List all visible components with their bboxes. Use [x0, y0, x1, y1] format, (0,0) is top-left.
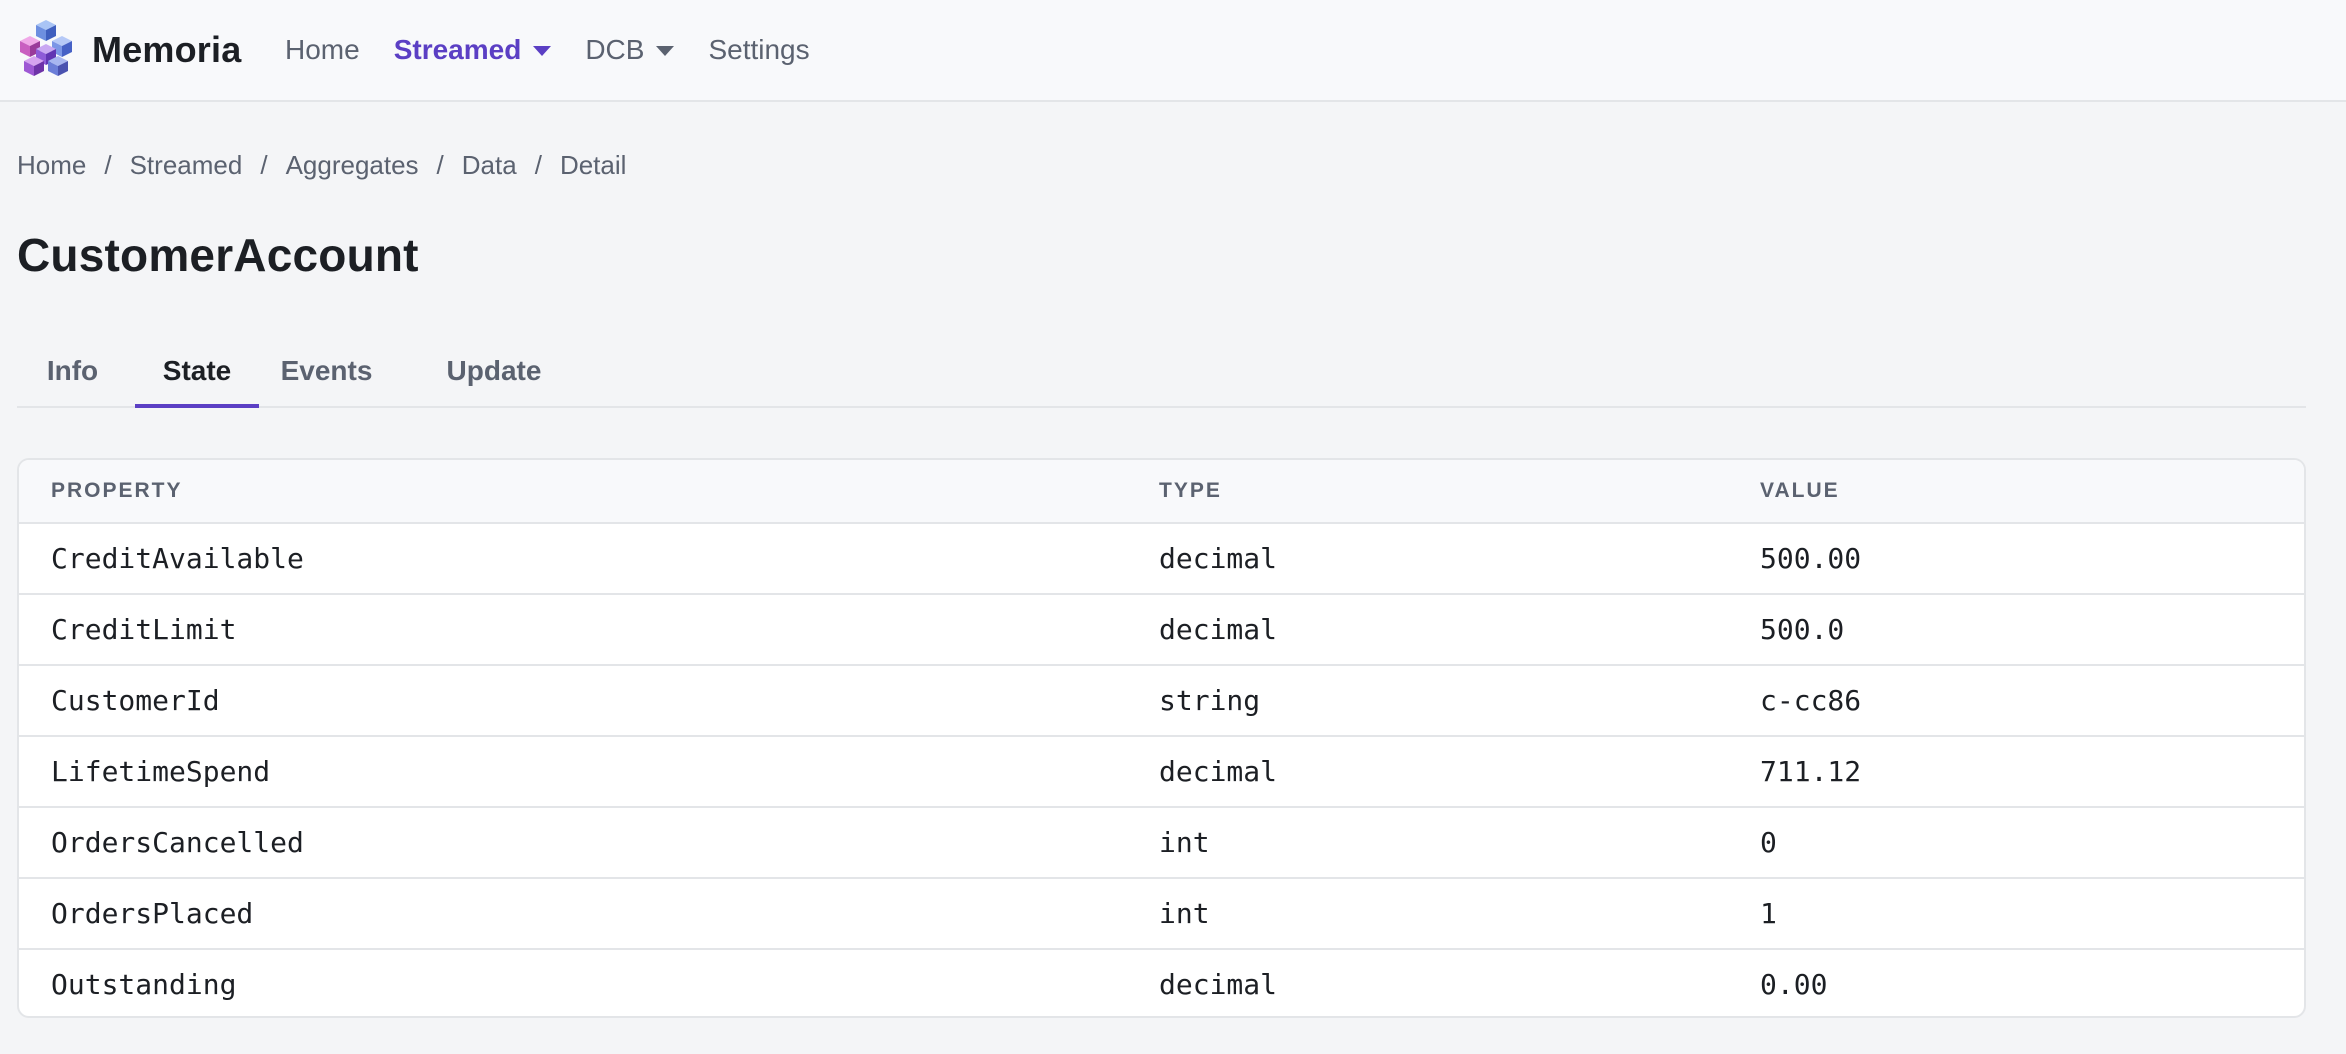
column-header-property: PROPERTY	[19, 460, 1127, 524]
type-cell: int	[1127, 807, 1728, 879]
tab-state[interactable]: State	[135, 340, 259, 408]
property-cell: CreditAvailable	[19, 523, 1127, 595]
table-row: OrdersCancelled int 0	[19, 807, 2304, 879]
table-header-row: PROPERTY TYPE VALUE	[19, 460, 2304, 524]
column-header-type: TYPE	[1127, 460, 1728, 524]
breadcrumb-separator: /	[104, 150, 112, 180]
value-cell: 1	[1728, 878, 2304, 950]
breadcrumb-aggregates[interactable]: Aggregates	[286, 150, 419, 181]
page-title: CustomerAccount	[17, 229, 419, 281]
nav-item-home[interactable]: Home	[285, 34, 360, 66]
breadcrumb-home[interactable]: Home	[17, 150, 86, 181]
type-cell: string	[1127, 665, 1728, 737]
breadcrumb-data[interactable]: Data	[462, 150, 517, 181]
property-cell: OrdersPlaced	[19, 878, 1127, 950]
table-row: Outstanding decimal 0.00	[19, 949, 2304, 1016]
chevron-down-icon	[533, 46, 552, 56]
property-cell: LifetimeSpend	[19, 736, 1127, 808]
property-cell: Outstanding	[51, 968, 237, 1001]
state-table-card: PROPERTY TYPE VALUE CreditAvailable deci…	[17, 458, 2306, 1018]
type-cell: int	[1127, 878, 1728, 950]
tab-bar: Info State Events Update	[17, 340, 2306, 408]
type-cell: decimal	[1127, 736, 1728, 808]
top-navbar: Memoria Home Streamed DCB Settings	[0, 0, 2346, 102]
property-cell: CreditLimit	[19, 594, 1127, 666]
nav-item-streamed[interactable]: Streamed	[394, 34, 552, 66]
breadcrumb-separator: /	[260, 150, 268, 180]
breadcrumb: Home / Streamed / Aggregates / Data / De…	[17, 150, 626, 181]
value-cell: 500.0	[1728, 594, 2304, 666]
type-cell: decimal	[1127, 523, 1728, 595]
value-cell: 711.12	[1728, 736, 2304, 808]
table-row: OrdersPlaced int 1	[19, 878, 2304, 950]
value-cell: 0	[1728, 807, 2304, 879]
property-cell: CustomerId	[19, 665, 1127, 737]
type-cell: decimal	[1159, 968, 1278, 1001]
property-cell: OrdersCancelled	[19, 807, 1127, 879]
state-table: PROPERTY TYPE VALUE CreditAvailable deci…	[19, 460, 2304, 1016]
breadcrumb-streamed[interactable]: Streamed	[130, 150, 243, 181]
tab-events[interactable]: Events	[271, 340, 382, 408]
cubes-logo-icon	[16, 18, 76, 83]
brand[interactable]: Memoria	[16, 18, 242, 83]
nav-item-settings[interactable]: Settings	[708, 34, 809, 66]
table-row: CreditLimit decimal 500.0	[19, 594, 2304, 666]
nav-item-label: DCB	[585, 34, 645, 65]
column-header-value: VALUE	[1728, 460, 2304, 524]
breadcrumb-separator: /	[436, 150, 444, 180]
nav-item-label: Home	[285, 34, 360, 65]
table-row: CustomerId string c-cc86	[19, 665, 2304, 737]
value-cell: 0.00	[1760, 968, 1828, 1001]
tab-info[interactable]: Info	[17, 340, 128, 408]
chevron-down-icon	[656, 46, 675, 56]
type-cell: decimal	[1127, 594, 1728, 666]
table-row: CreditAvailable decimal 500.00	[19, 523, 2304, 595]
nav-item-dcb[interactable]: DCB	[585, 34, 675, 66]
value-cell: c-cc86	[1728, 665, 2304, 737]
nav-item-label: Streamed	[393, 34, 522, 65]
value-cell: 500.00	[1728, 523, 2304, 595]
breadcrumb-detail: Detail	[559, 150, 627, 180]
breadcrumb-separator: /	[534, 150, 542, 180]
app-name: Memoria	[92, 29, 242, 70]
nav-item-label: Settings	[708, 34, 810, 65]
tab-update[interactable]: Update	[432, 340, 556, 408]
table-row: LifetimeSpend decimal 711.12	[19, 736, 2304, 808]
main-nav: Home Streamed DCB Settings	[285, 0, 844, 100]
